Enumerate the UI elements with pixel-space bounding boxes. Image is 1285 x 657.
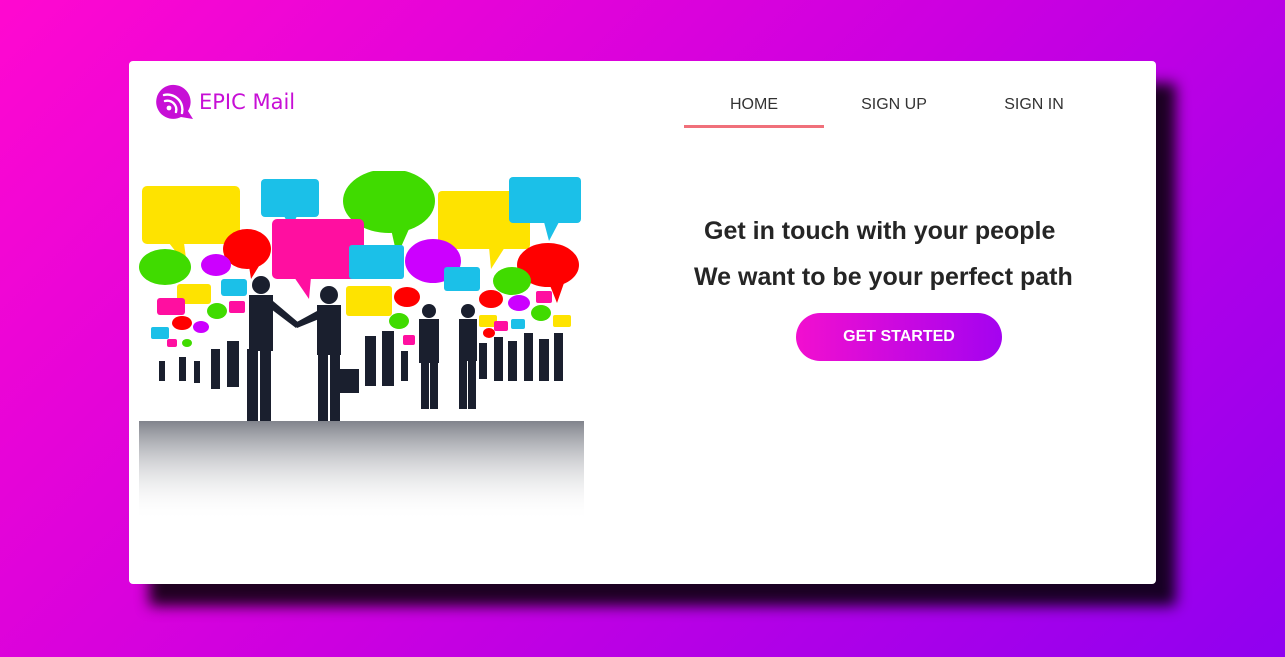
- brand-name: EPIC Mail: [199, 90, 296, 114]
- nav-sign-up[interactable]: SIGN UP: [824, 83, 964, 127]
- wifi-speech-bubble-icon: [156, 84, 193, 119]
- people-networking-speech-bubbles-illustration: [139, 171, 584, 521]
- top-nav: HOME SIGN UP SIGN IN: [684, 83, 1104, 128]
- brand-logo[interactable]: EPIC Mail: [155, 83, 295, 121]
- main-card: EPIC Mail HOME SIGN UP SIGN IN Get in to…: [129, 61, 1156, 584]
- nav-home[interactable]: HOME: [684, 83, 824, 128]
- hero-subheadline: We want to be your perfect path: [694, 263, 1073, 291]
- hero-headline: Get in touch with your people: [704, 217, 1056, 245]
- nav-sign-in[interactable]: SIGN IN: [964, 83, 1104, 127]
- get-started-button[interactable]: GET STARTED: [796, 313, 1002, 361]
